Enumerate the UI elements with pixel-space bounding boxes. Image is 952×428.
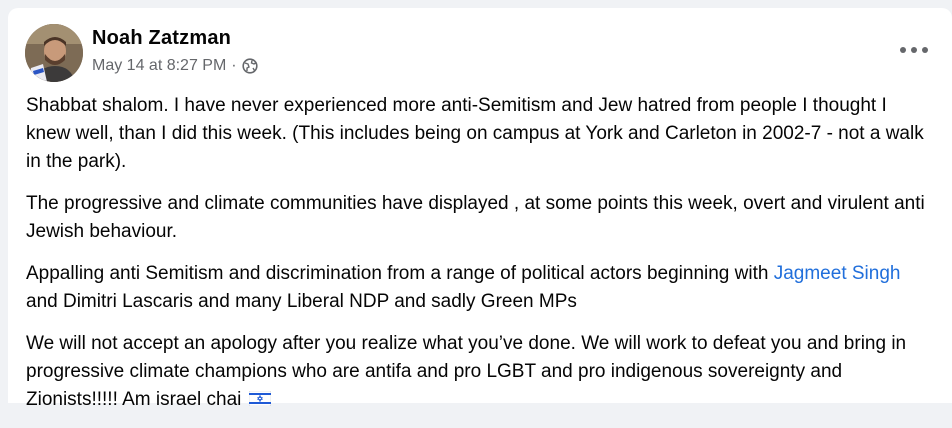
paragraph-text: and Dimitri Lascaris and many Liberal ND… (26, 291, 577, 312)
mention-link[interactable]: Jagmeet Singh (774, 263, 901, 284)
post-body: Shabbat shalom. I have never experienced… (26, 92, 926, 428)
post-paragraph: The progressive and climate communities … (26, 193, 925, 242)
post-paragraph: Shabbat shalom. I have never experienced… (26, 95, 924, 172)
paragraph-text: Appalling anti Semitism and discriminati… (26, 263, 769, 284)
post-timestamp[interactable]: May 14 at 8:27 PM (92, 57, 226, 75)
globe-icon[interactable] (242, 58, 258, 74)
israel-flag-icon (248, 391, 271, 406)
post-card: Noah Zatzman May 14 at 8:27 PM · Shabbat… (8, 8, 952, 410)
post-paragraph: Appalling anti Semitism and discriminati… (26, 260, 926, 316)
post-paragraph: We will not accept an apology after you … (26, 330, 926, 414)
meta-separator: · (231, 57, 237, 74)
post-author-name[interactable]: Noah Zatzman (92, 27, 231, 50)
profile-photo-icon (25, 24, 83, 82)
more-dot (911, 47, 917, 53)
avatar[interactable] (25, 24, 83, 82)
more-options-icon[interactable] (900, 42, 928, 58)
paragraph-text: We will not accept an apology after you … (26, 333, 907, 410)
more-dot (922, 47, 928, 53)
more-dot (900, 47, 906, 53)
post-meta: May 14 at 8:27 PM · (92, 57, 258, 75)
